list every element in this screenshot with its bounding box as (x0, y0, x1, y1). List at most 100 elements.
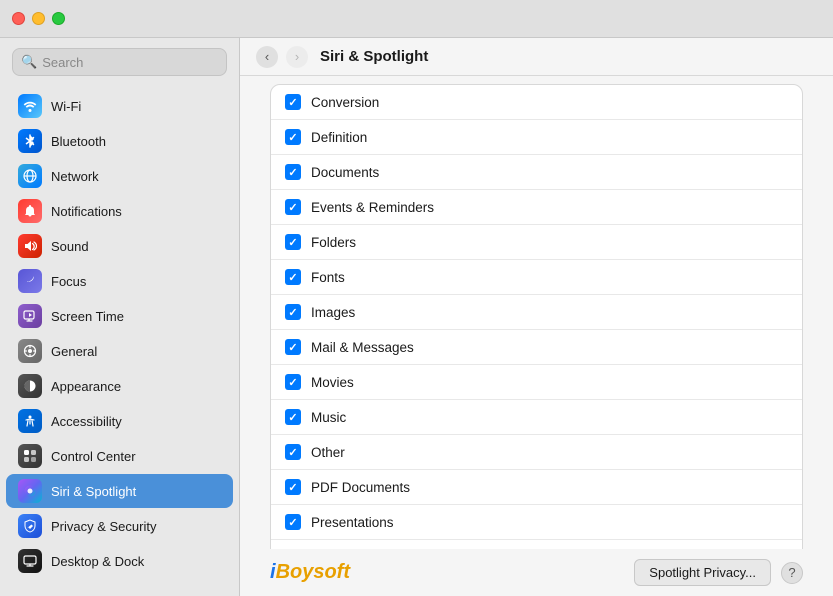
sidebar-item-label-wifi: Wi-Fi (51, 99, 81, 114)
siri-icon (18, 479, 42, 503)
sidebar-item-label-siri: Siri & Spotlight (51, 484, 136, 499)
sidebar-item-label-sound: Sound (51, 239, 89, 254)
sidebar-item-label-network: Network (51, 169, 99, 184)
general-icon (18, 339, 42, 363)
checkbox-label-events-reminders: Events & Reminders (311, 200, 434, 215)
sidebar-item-wifi[interactable]: Wi-Fi (6, 89, 233, 123)
checkbox-row-definition[interactable]: Definition (271, 120, 802, 155)
checkbox-row-pdf-documents[interactable]: PDF Documents (271, 470, 802, 505)
sidebar-item-label-screentime: Screen Time (51, 309, 124, 324)
sidebar-item-label-privacy: Privacy & Security (51, 519, 156, 534)
checkbox-label-fonts: Fonts (311, 270, 345, 285)
sidebar-item-network[interactable]: Network (6, 159, 233, 193)
panel-content: Conversion Definition Documents Events & Re… (240, 76, 833, 549)
sidebar-list: Wi-Fi Bluetooth Network Notifications So… (0, 86, 239, 596)
sidebar-item-label-bluetooth: Bluetooth (51, 134, 106, 149)
checkbox-row-siri-suggestions[interactable]: Siri Suggestions (271, 540, 802, 549)
checkbox-pdf-documents[interactable] (285, 479, 301, 495)
sidebar: 🔍 Search Wi-Fi Bluetooth Network Notific… (0, 38, 240, 596)
main-content: 🔍 Search Wi-Fi Bluetooth Network Notific… (0, 38, 833, 596)
controlcenter-icon (18, 444, 42, 468)
right-panel: ‹ › Siri & Spotlight Conversion Definitio… (240, 38, 833, 596)
checkbox-row-documents[interactable]: Documents (271, 155, 802, 190)
checkbox-mail-messages[interactable] (285, 339, 301, 355)
sidebar-item-label-accessibility: Accessibility (51, 414, 122, 429)
checkbox-label-other: Other (311, 445, 345, 460)
checkbox-label-mail-messages: Mail & Messages (311, 340, 414, 355)
sidebar-item-appearance[interactable]: Appearance (6, 369, 233, 403)
checkbox-label-definition: Definition (311, 130, 367, 145)
privacy-icon (18, 514, 42, 538)
checkbox-conversion[interactable] (285, 94, 301, 110)
sidebar-item-notifications[interactable]: Notifications (6, 194, 233, 228)
sidebar-item-sound[interactable]: Sound (6, 229, 233, 263)
checkbox-row-events-reminders[interactable]: Events & Reminders (271, 190, 802, 225)
checkbox-row-mail-messages[interactable]: Mail & Messages (271, 330, 802, 365)
checkbox-row-movies[interactable]: Movies (271, 365, 802, 400)
appearance-icon (18, 374, 42, 398)
checkbox-row-presentations[interactable]: Presentations (271, 505, 802, 540)
search-box[interactable]: 🔍 Search (12, 48, 227, 76)
checkbox-row-other[interactable]: Other (271, 435, 802, 470)
checkbox-presentations[interactable] (285, 514, 301, 530)
checkbox-music[interactable] (285, 409, 301, 425)
network-icon (18, 164, 42, 188)
sidebar-item-label-focus: Focus (51, 274, 86, 289)
traffic-lights (12, 12, 65, 25)
brand-boysoft: Boysoft (276, 561, 350, 583)
sidebar-item-siri[interactable]: Siri & Spotlight (6, 474, 233, 508)
sidebar-item-label-appearance: Appearance (51, 379, 121, 394)
checkbox-movies[interactable] (285, 374, 301, 390)
wifi-icon (18, 94, 42, 118)
sidebar-item-screentime[interactable]: Screen Time (6, 299, 233, 333)
accessibility-icon (18, 409, 42, 433)
checkbox-fonts[interactable] (285, 269, 301, 285)
focus-icon (18, 269, 42, 293)
nav-forward-button[interactable]: › (286, 46, 308, 68)
sidebar-item-bluetooth[interactable]: Bluetooth (6, 124, 233, 158)
checkbox-label-documents: Documents (311, 165, 379, 180)
sidebar-item-label-controlcenter: Control Center (51, 449, 136, 464)
sidebar-item-desktop[interactable]: Desktop & Dock (6, 544, 233, 578)
checkbox-events-reminders[interactable] (285, 199, 301, 215)
sidebar-item-controlcenter[interactable]: Control Center (6, 439, 233, 473)
checkbox-label-pdf-documents: PDF Documents (311, 480, 410, 495)
minimize-button[interactable] (32, 12, 45, 25)
checkbox-images[interactable] (285, 304, 301, 320)
screentime-icon (18, 304, 42, 328)
desktop-icon (18, 549, 42, 573)
close-button[interactable] (12, 12, 25, 25)
checkbox-documents[interactable] (285, 164, 301, 180)
panel-header: ‹ › Siri & Spotlight (240, 38, 833, 76)
checkbox-label-music: Music (311, 410, 346, 425)
sidebar-item-privacy[interactable]: Privacy & Security (6, 509, 233, 543)
checkbox-row-conversion[interactable]: Conversion (271, 85, 802, 120)
checkbox-label-images: Images (311, 305, 355, 320)
sidebar-item-accessibility[interactable]: Accessibility (6, 404, 233, 438)
checkbox-row-music[interactable]: Music (271, 400, 802, 435)
checkbox-list: Conversion Definition Documents Events & Re… (270, 84, 803, 549)
checkbox-definition[interactable] (285, 129, 301, 145)
checkbox-folders[interactable] (285, 234, 301, 250)
panel-title: Siri & Spotlight (320, 48, 428, 65)
checkbox-label-folders: Folders (311, 235, 356, 250)
checkbox-label-presentations: Presentations (311, 515, 394, 530)
checkbox-row-images[interactable]: Images (271, 295, 802, 330)
title-bar (0, 0, 833, 38)
iboysoft-logo: iBoysoft (270, 561, 350, 584)
sidebar-item-focus[interactable]: Focus (6, 264, 233, 298)
checkbox-other[interactable] (285, 444, 301, 460)
spotlight-privacy-button[interactable]: Spotlight Privacy... (634, 559, 771, 586)
search-placeholder: Search (42, 55, 83, 70)
checkbox-label-conversion: Conversion (311, 95, 379, 110)
sidebar-item-label-desktop: Desktop & Dock (51, 554, 144, 569)
sidebar-item-general[interactable]: General (6, 334, 233, 368)
bluetooth-icon (18, 129, 42, 153)
maximize-button[interactable] (52, 12, 65, 25)
checkbox-row-folders[interactable]: Folders (271, 225, 802, 260)
panel-footer: iBoysoft Spotlight Privacy... ? (240, 549, 833, 596)
checkbox-label-movies: Movies (311, 375, 354, 390)
nav-back-button[interactable]: ‹ (256, 46, 278, 68)
checkbox-row-fonts[interactable]: Fonts (271, 260, 802, 295)
help-button[interactable]: ? (781, 562, 803, 584)
